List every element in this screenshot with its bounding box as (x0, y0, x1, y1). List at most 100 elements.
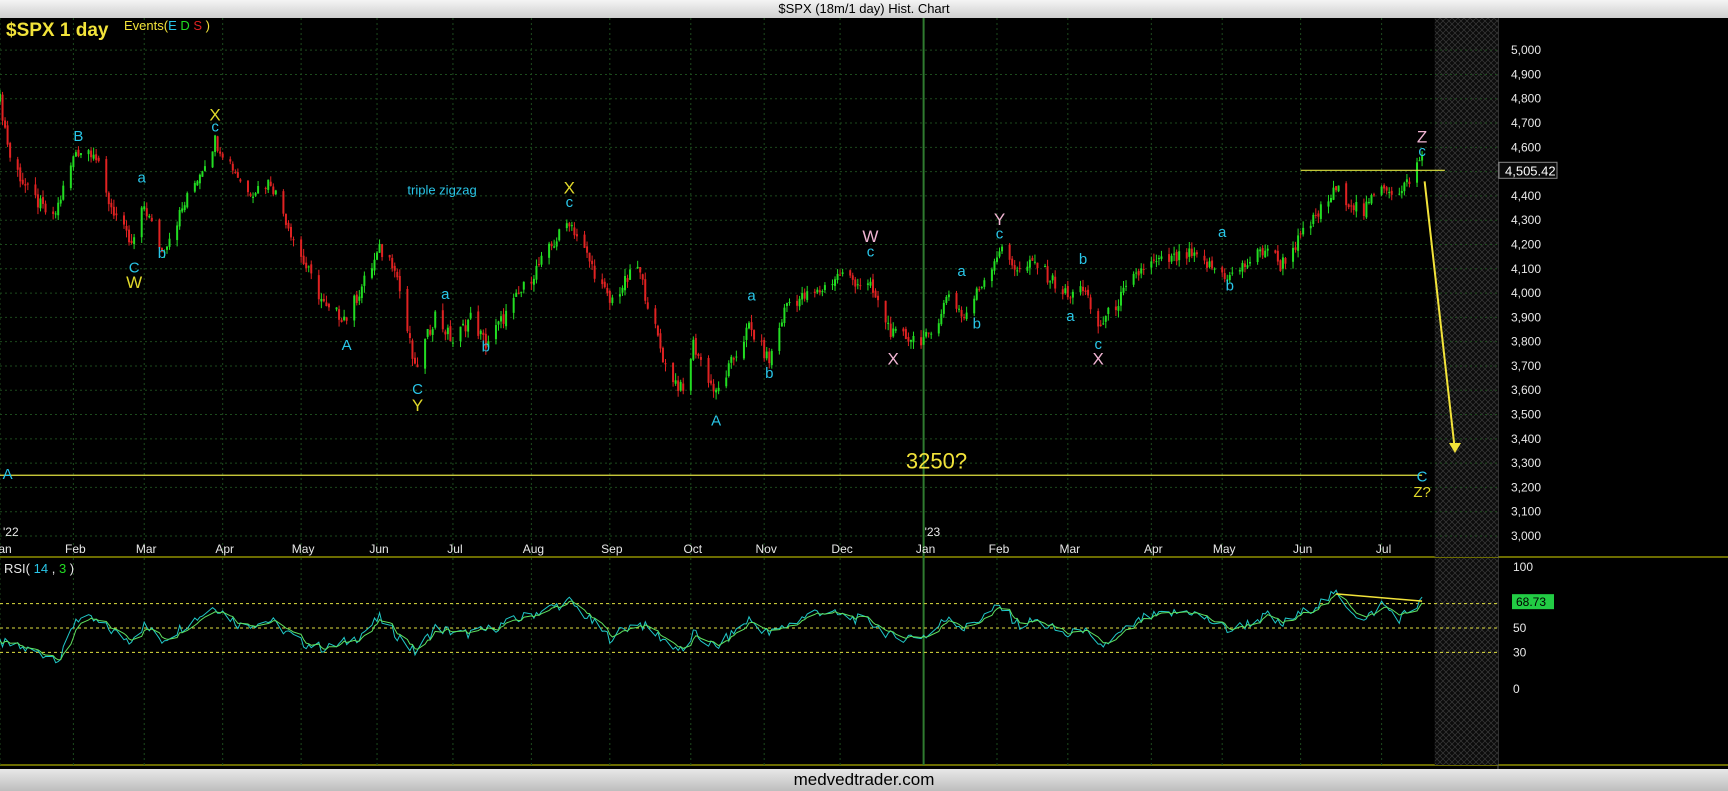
candle-body (1373, 194, 1376, 196)
wave-label: b (765, 365, 773, 382)
candle-body (353, 295, 356, 321)
events-legend-part: E (168, 18, 180, 33)
wave-label: b (1079, 251, 1087, 268)
candle-body (611, 297, 614, 303)
candle-body (745, 327, 748, 340)
month-label: Apr (215, 542, 234, 556)
candle-body (677, 380, 680, 391)
candle-body (216, 136, 219, 151)
candle-body (583, 234, 586, 248)
candle-body (378, 244, 381, 253)
candle-body (274, 190, 277, 195)
candle-body (849, 270, 852, 276)
candle-body (887, 322, 890, 324)
candle-body (975, 288, 978, 300)
candle-body (520, 291, 523, 293)
candle-body (1261, 248, 1264, 256)
candle-body (1276, 250, 1279, 262)
price-tick-label: 4,800 (1511, 92, 1541, 106)
wave-label: a (747, 287, 756, 304)
candle-body (646, 302, 649, 309)
footer-branding: medvedtrader.com (0, 769, 1728, 791)
candle-body (345, 317, 348, 321)
candle-body (892, 328, 895, 337)
candle-body (558, 229, 561, 241)
candle-body (1365, 201, 1368, 218)
events-legend: Events(E D S ) (124, 18, 210, 33)
candle-body (1046, 266, 1049, 283)
candle-body (145, 208, 148, 217)
candle-body (1008, 244, 1011, 260)
candle-body (1031, 257, 1034, 261)
candle-body (198, 174, 201, 184)
candle-body (92, 154, 95, 159)
candle-body (459, 326, 462, 342)
month-label: Jan (0, 542, 12, 556)
candle-body (1317, 213, 1320, 217)
candle-body (1102, 323, 1105, 325)
candle-body (1299, 233, 1302, 235)
price-tick-label: 5,000 (1511, 43, 1541, 57)
candle-body (1332, 187, 1335, 200)
candle-body (801, 293, 804, 300)
candle-body (431, 329, 434, 335)
candle-body (904, 329, 907, 339)
candle-body (16, 159, 19, 170)
candle-body (866, 283, 869, 285)
candle-body (178, 209, 181, 227)
candle-body (770, 350, 773, 366)
price-tick-label: 3,700 (1511, 359, 1541, 373)
candle-body (765, 351, 768, 359)
month-label: Jun (1293, 542, 1312, 556)
candle-body (735, 356, 738, 358)
candle-body (778, 327, 781, 351)
chart-window: $SPX (18m/1 day) Hist. Chart 5,000 4,900 4… (0, 0, 1728, 791)
candle-body (1416, 162, 1419, 183)
price-chart[interactable]: 5,0004,9004,8004,7004,6004,5004,4004,300… (0, 0, 1728, 769)
candle-body (710, 380, 713, 384)
candle-body (6, 125, 9, 145)
candle-body (1185, 252, 1188, 259)
candle-body (682, 383, 685, 391)
candle-body (1314, 214, 1317, 216)
candle-body (871, 279, 874, 293)
candle-body (763, 340, 766, 359)
candle-body (396, 271, 399, 278)
candle-body (168, 238, 171, 247)
candle-body (785, 303, 788, 306)
candle-body (284, 213, 287, 225)
candle-body (1157, 258, 1160, 260)
candle-body (608, 290, 611, 303)
candle-body (69, 165, 72, 189)
candle-body (122, 215, 125, 225)
candle-body (1175, 251, 1178, 262)
candle-body (1388, 191, 1391, 193)
candle-body (1170, 255, 1173, 262)
candle-body (990, 269, 993, 282)
candle-body (730, 356, 733, 363)
wave-label: c (211, 119, 219, 136)
candle-body (1099, 324, 1102, 327)
candle-body (1016, 270, 1019, 272)
candle-body (1294, 247, 1297, 250)
rsi-legend-part: 14 (34, 561, 52, 576)
candle-body (34, 184, 37, 196)
candle-body (1097, 311, 1100, 327)
candle-body (193, 182, 196, 192)
month-label: May (292, 542, 315, 556)
candle-body (494, 325, 497, 340)
candle-body (1347, 204, 1350, 208)
candle-body (823, 285, 826, 291)
candle-body (1190, 248, 1193, 256)
candle-body (1066, 286, 1069, 298)
candle-body (130, 240, 133, 244)
candle-body (1150, 261, 1153, 268)
candle-body (320, 298, 323, 302)
candle-body (292, 239, 295, 241)
candle-body (376, 252, 379, 260)
candle-body (97, 157, 100, 162)
candle-body (140, 207, 143, 238)
candle-body (254, 193, 257, 196)
candle-body (133, 237, 136, 245)
candle-body (831, 283, 834, 286)
